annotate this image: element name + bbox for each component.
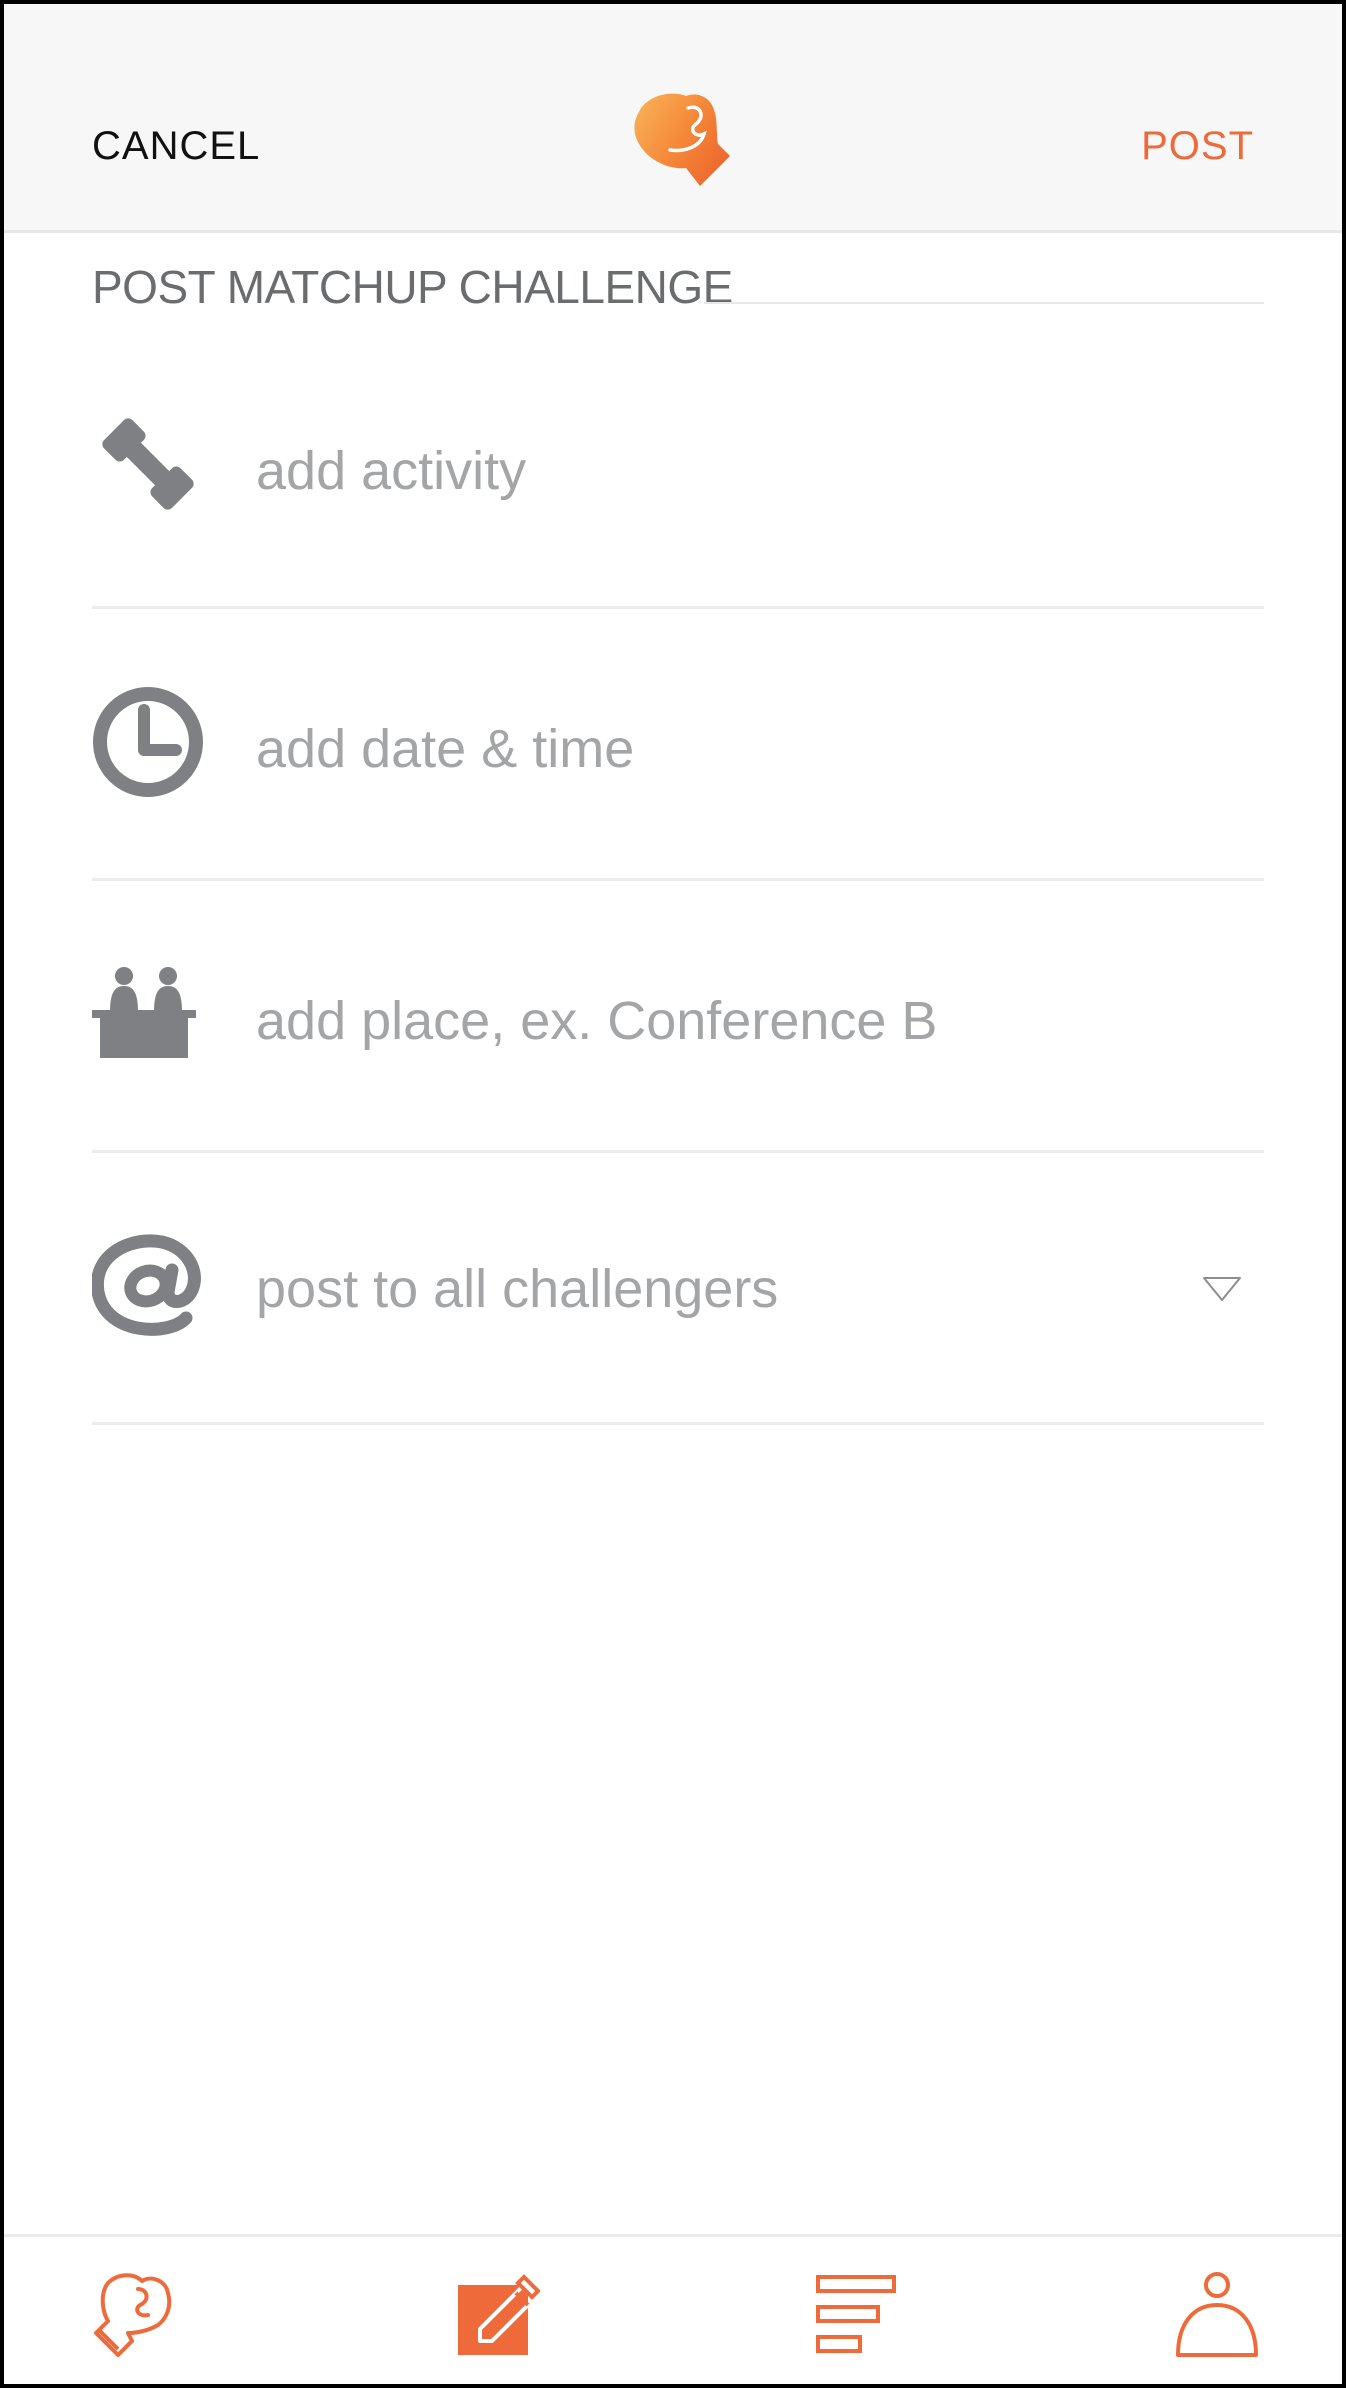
- chevron-down-icon[interactable]: [1202, 1276, 1242, 1302]
- cancel-button[interactable]: CANCEL: [92, 124, 260, 169]
- boxing-glove-icon[interactable]: [88, 2271, 178, 2361]
- at-sign-icon: [92, 1234, 201, 1336]
- clock-icon: [93, 687, 203, 797]
- date-time-placeholder: add date & time: [256, 719, 635, 779]
- audience-placeholder: post to all challengers: [256, 1259, 779, 1319]
- activity-field[interactable]: add activity: [92, 336, 1264, 609]
- date-time-field[interactable]: add date & time: [92, 608, 1264, 881]
- top-bar: CANCEL POST: [4, 4, 1342, 233]
- post-button[interactable]: POST: [1141, 124, 1254, 169]
- audience-select[interactable]: post to all challengers: [92, 1152, 1264, 1425]
- app-screen: CANCEL POST POST MATCHUP CHALLENGE add a…: [0, 0, 1346, 2388]
- bottom-tab-bar: [4, 2234, 1342, 2384]
- compose-icon[interactable]: [450, 2271, 540, 2361]
- dumbbell-icon: [102, 418, 194, 510]
- meeting-table-icon: [92, 967, 196, 1058]
- activity-placeholder: add activity: [256, 441, 527, 501]
- page-title: POST MATCHUP CHALLENGE: [92, 261, 733, 313]
- title-divider: [704, 302, 1264, 304]
- boxing-glove-logo-icon: [634, 93, 730, 186]
- profile-icon[interactable]: [1172, 2271, 1262, 2361]
- place-field[interactable]: add place, ex. Conference B: [92, 880, 1264, 1153]
- list-bars-icon[interactable]: [812, 2271, 902, 2361]
- place-placeholder: add place, ex. Conference B: [256, 991, 938, 1051]
